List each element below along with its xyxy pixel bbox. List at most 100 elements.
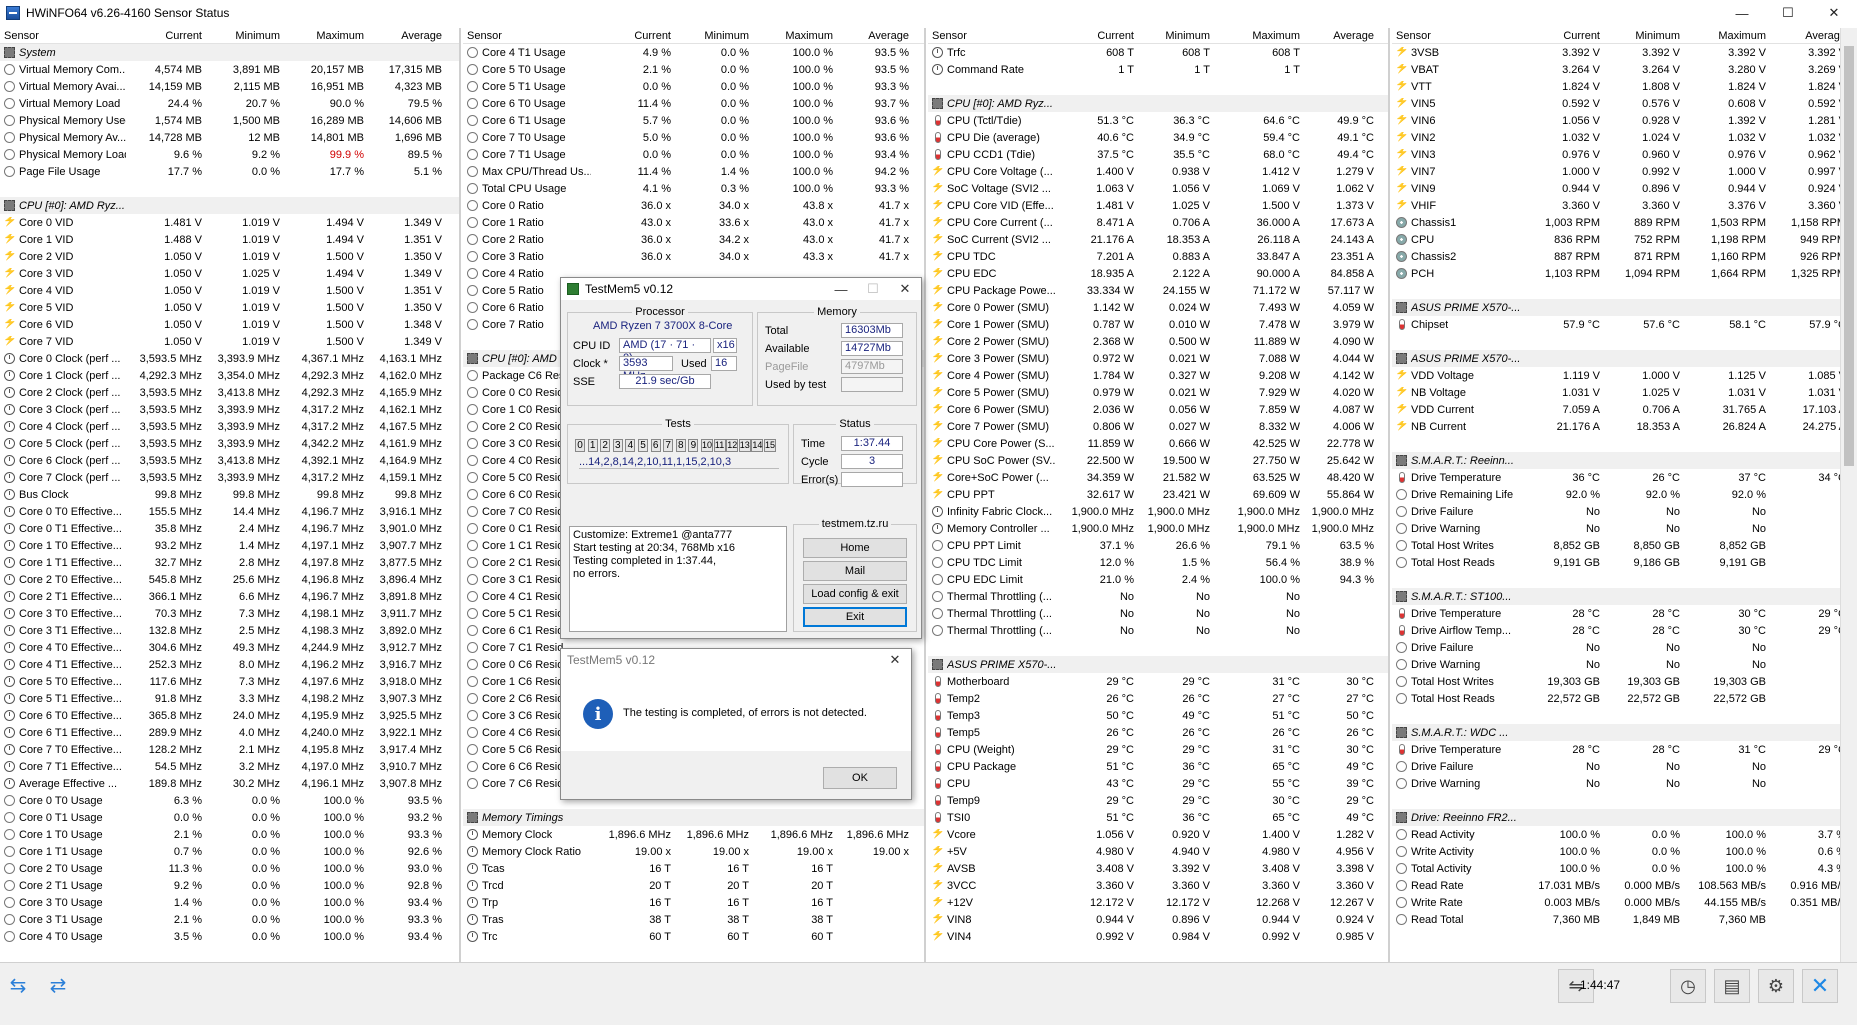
sensor-group-header[interactable]: ASUS PRIME X570-... <box>1392 299 1855 316</box>
sensor-row[interactable]: Drive Temperature 28 °C 28 °C 31 °C 29 °C <box>1392 741 1855 758</box>
sensor-row[interactable]: VIN6 1.056 V 0.928 V 1.392 V 1.281 V <box>1392 112 1855 129</box>
sensor-row[interactable]: Drive Failure No No No <box>1392 503 1855 520</box>
sensor-row[interactable]: Physical Memory Load 9.6 % 9.2 % 99.9 % 89.5… <box>0 146 459 163</box>
sensor-row[interactable]: Core 6 Clock (perf ... 3,593.5 MHz 3,413.8… <box>0 452 459 469</box>
sensor-row[interactable]: VTT 1.824 V 1.808 V 1.824 V 1.824 V <box>1392 78 1855 95</box>
column-header-minimum[interactable]: Minimum <box>1604 30 1684 42</box>
sensor-row[interactable]: 3VCC 3.360 V 3.360 V 3.360 V 3.360 V <box>928 877 1388 894</box>
sensor-row[interactable]: +5V 4.980 V 4.940 V 4.980 V 4.956 V <box>928 843 1388 860</box>
column-header-minimum[interactable]: Minimum <box>1138 30 1214 42</box>
sensor-row[interactable]: CPU Die (average) 40.6 °C 34.9 °C 59.4 °C 49… <box>928 129 1388 146</box>
sensor-row[interactable]: NB Current 21.176 A 18.353 A 26.824 A 24.275… <box>1392 418 1855 435</box>
sensor-row[interactable]: CPU PPT Limit 37.1 % 26.6 % 79.1 % 63.5 % <box>928 537 1388 554</box>
sensor-row[interactable]: Tras 38 T 38 T 38 T <box>463 911 924 928</box>
sensor-row[interactable]: Core 2 VID 1.050 V 1.019 V 1.500 V 1.350 V <box>0 248 459 265</box>
sensor-row[interactable]: Core 5 T1 Usage 0.0 % 0.0 % 100.0 % 93.3 % <box>463 78 924 95</box>
sensor-row[interactable]: Core 1 VID 1.488 V 1.019 V 1.494 V 1.351 V <box>0 231 459 248</box>
sensor-row[interactable]: Total Activity 100.0 % 0.0 % 100.0 % 4.3 % <box>1392 860 1855 877</box>
sensor-row[interactable]: VIN8 0.944 V 0.896 V 0.944 V 0.924 V <box>928 911 1388 928</box>
sensor-row[interactable]: Infinity Fabric Clock... 1,900.0 MHz 1,900… <box>928 503 1388 520</box>
sensor-row[interactable]: TSI0 51 °C 36 °C 65 °C 49 °C <box>928 809 1388 826</box>
column-header-sensor[interactable]: Sensor <box>928 30 1060 42</box>
sensor-row[interactable]: Core 1 Ratio 43.0 x 33.6 x 43.0 x 41.7 x <box>463 214 924 231</box>
sensor-group-header[interactable]: S.M.A.R.T.: ST100... <box>1392 588 1855 605</box>
column-header-maximum[interactable]: Maximum <box>1684 30 1770 42</box>
sensor-row[interactable]: CPU Core VID (Effe... 1.481 V 1.025 V 1.500… <box>928 197 1388 214</box>
sensor-row[interactable]: Core 2 T1 Effective... 366.1 MHz 6.6 MHz 4,… <box>0 588 459 605</box>
column-header-current[interactable]: Current <box>130 30 206 42</box>
column-header-average[interactable]: Average <box>837 30 913 42</box>
exit-button[interactable]: Exit <box>803 607 907 627</box>
sensor-row[interactable]: Core 3 T0 Usage 1.4 % 0.0 % 100.0 % 93.4 % <box>0 894 459 911</box>
sensor-row[interactable]: Write Activity 100.0 % 0.0 % 100.0 % 0.6 % <box>1392 843 1855 860</box>
sensor-row[interactable]: Core 4 VID 1.050 V 1.019 V 1.500 V 1.351 V <box>0 282 459 299</box>
sensor-row[interactable]: +12V 12.172 V 12.172 V 12.268 V 12.267 V <box>928 894 1388 911</box>
sensor-row[interactable]: VDD Voltage 1.119 V 1.000 V 1.125 V 1.085 V <box>1392 367 1855 384</box>
sensor-row[interactable]: Drive Temperature 36 °C 26 °C 37 °C 34 °C <box>1392 469 1855 486</box>
sensor-row[interactable]: Core 0 T1 Effective... 35.8 MHz 2.4 MHz 4,1… <box>0 520 459 537</box>
sensor-row[interactable]: Core 0 Ratio 36.0 x 34.0 x 43.8 x 41.7 x <box>463 197 924 214</box>
sensor-row[interactable]: AVSB 3.408 V 3.392 V 3.408 V 3.398 V <box>928 860 1388 877</box>
dialog-close-button[interactable]: ✕ <box>879 649 911 671</box>
sensor-row[interactable]: Page File Usage 17.7 % 0.0 % 17.7 % 5.1 % <box>0 163 459 180</box>
sensor-row[interactable]: Core 0 VID 1.481 V 1.019 V 1.494 V 1.349 V <box>0 214 459 231</box>
mail-button[interactable]: Mail <box>803 561 907 581</box>
sensor-row[interactable]: Core 6 T1 Usage 5.7 % 0.0 % 100.0 % 93.6 % <box>463 112 924 129</box>
sensor-row[interactable]: Core 5 Clock (perf ... 3,593.5 MHz 3,393.9… <box>0 435 459 452</box>
sensor-row[interactable]: Core 5 T0 Effective... 117.6 MHz 7.3 MHz 4,… <box>0 673 459 690</box>
sensor-row[interactable]: VIN9 0.944 V 0.896 V 0.944 V 0.924 V <box>1392 180 1855 197</box>
sensor-row[interactable]: CPU 43 °C 29 °C 55 °C 39 °C <box>928 775 1388 792</box>
column-header-current[interactable]: Current <box>1060 30 1138 42</box>
sensor-row[interactable]: Core 4 T0 Usage 3.5 % 0.0 % 100.0 % 93.4 % <box>0 928 459 945</box>
column-header-maximum[interactable]: Maximum <box>1214 30 1304 42</box>
sensor-group-header[interactable]: System <box>0 44 459 61</box>
sensor-row[interactable]: Read Activity 100.0 % 0.0 % 100.0 % 3.7 % <box>1392 826 1855 843</box>
sensor-row[interactable]: Memory Controller ... 1,900.0 MHz 1,900.0 … <box>928 520 1388 537</box>
home-button[interactable]: Home <box>803 538 907 558</box>
sensor-row[interactable]: Total Host Reads 9,191 GB 9,186 GB 9,191 GB <box>1392 554 1855 571</box>
sensor-row[interactable]: VIN2 1.032 V 1.024 V 1.032 V 1.032 V <box>1392 129 1855 146</box>
sensor-row[interactable]: Core 2 T0 Effective... 545.8 MHz 25.6 MHz 4… <box>0 571 459 588</box>
column-header-sensor[interactable]: Sensor <box>463 30 595 42</box>
sensor-row[interactable]: Core 4 Power (SMU) 1.784 W 0.327 W 9.208 W 4… <box>928 367 1388 384</box>
sensor-row[interactable]: Temp5 26 °C 26 °C 26 °C 26 °C <box>928 724 1388 741</box>
sensor-row[interactable]: Core 1 Clock (perf ... 4,292.3 MHz 3,354.0… <box>0 367 459 384</box>
sensor-row[interactable]: Drive Warning No No No <box>1392 656 1855 673</box>
testmem-minimize-button[interactable]: — <box>825 278 857 300</box>
sensor-row[interactable]: Virtual Memory Com... 4,574 MB 3,891 MB 20,… <box>0 61 459 78</box>
sensor-row[interactable]: CPU Core Power (S... 11.859 W 0.666 W 42.52… <box>928 435 1388 452</box>
sensor-row[interactable]: Core 6 Power (SMU) 2.036 W 0.056 W 7.859 W 4… <box>928 401 1388 418</box>
sensor-panel-3[interactable]: Sensor Current Minimum Maximum Average Trfc 60… <box>928 28 1390 962</box>
testmem-maximize-button[interactable]: ☐ <box>857 278 889 300</box>
sensor-row[interactable]: Core 2 Power (SMU) 2.368 W 0.500 W 11.889 W… <box>928 333 1388 350</box>
sensor-row[interactable]: Total Host Writes 8,852 GB 8,850 GB 8,852 G… <box>1392 537 1855 554</box>
sensor-row[interactable]: VIN7 1.000 V 0.992 V 1.000 V 0.997 V <box>1392 163 1855 180</box>
sensor-row[interactable]: Core 1 T0 Usage 2.1 % 0.0 % 100.0 % 93.3 % <box>0 826 459 843</box>
sensor-row[interactable]: Core 6 T0 Effective... 365.8 MHz 24.0 MHz 4… <box>0 707 459 724</box>
sensor-row[interactable]: Core 4 Clock (perf ... 3,593.5 MHz 3,393.9… <box>0 418 459 435</box>
sensor-group-header[interactable]: ASUS PRIME X570-... <box>928 656 1388 673</box>
sensor-row[interactable]: Core 3 Power (SMU) 0.972 W 0.021 W 7.088 W 4… <box>928 350 1388 367</box>
sensor-row[interactable]: NB Voltage 1.031 V 1.025 V 1.031 V 1.031 V <box>1392 384 1855 401</box>
testmem-close-button[interactable]: ✕ <box>889 278 921 300</box>
sensor-row[interactable]: Average Effective ... 189.8 MHz 30.2 MHz 4,… <box>0 775 459 792</box>
scrollbar-thumb[interactable] <box>1844 46 1854 466</box>
close-x-icon[interactable]: ✕ <box>1802 969 1838 1003</box>
sensor-row[interactable]: Core 3 VID 1.050 V 1.025 V 1.494 V 1.349 V <box>0 265 459 282</box>
column-header-maximum[interactable]: Maximum <box>284 30 368 42</box>
sensor-row[interactable]: Write Rate 0.003 MB/s 0.000 MB/s 44.155 MB/… <box>1392 894 1855 911</box>
sensor-row[interactable]: Core 2 Clock (perf ... 3,593.5 MHz 3,413.8… <box>0 384 459 401</box>
sensor-row[interactable]: Memory Clock Ratio 19.00 x 19.00 x 19.00 x 1… <box>463 843 924 860</box>
sensor-row[interactable]: CPU PPT 32.617 W 23.421 W 69.609 W 55.864 W <box>928 486 1388 503</box>
sensor-row[interactable]: VIN3 0.976 V 0.960 V 0.976 V 0.962 V <box>1392 146 1855 163</box>
column-header-maximum[interactable]: Maximum <box>753 30 837 42</box>
sensor-row[interactable]: Core 1 Power (SMU) 0.787 W 0.010 W 7.478 W 3… <box>928 316 1388 333</box>
sensor-row[interactable]: Core 2 T0 Usage 11.3 % 0.0 % 100.0 % 93.0 % <box>0 860 459 877</box>
sensor-row[interactable]: Read Total 7,360 MB 1,849 MB 7,360 MB <box>1392 911 1855 928</box>
sensor-row[interactable]: Trc 60 T 60 T 60 T <box>463 928 924 945</box>
sensor-row[interactable]: Core 3 T1 Usage 2.1 % 0.0 % 100.0 % 93.3 % <box>0 911 459 928</box>
sensor-row[interactable]: CPU TDC 7.201 A 0.883 A 33.847 A 23.351 A <box>928 248 1388 265</box>
load-config-button[interactable]: Load config & exit <box>803 584 907 604</box>
sensor-row[interactable]: Core 0 T1 Usage 0.0 % 0.0 % 100.0 % 93.2 % <box>0 809 459 826</box>
sensor-row[interactable]: CPU SoC Power (SV... 22.500 W 19.500 W 27.7… <box>928 452 1388 469</box>
